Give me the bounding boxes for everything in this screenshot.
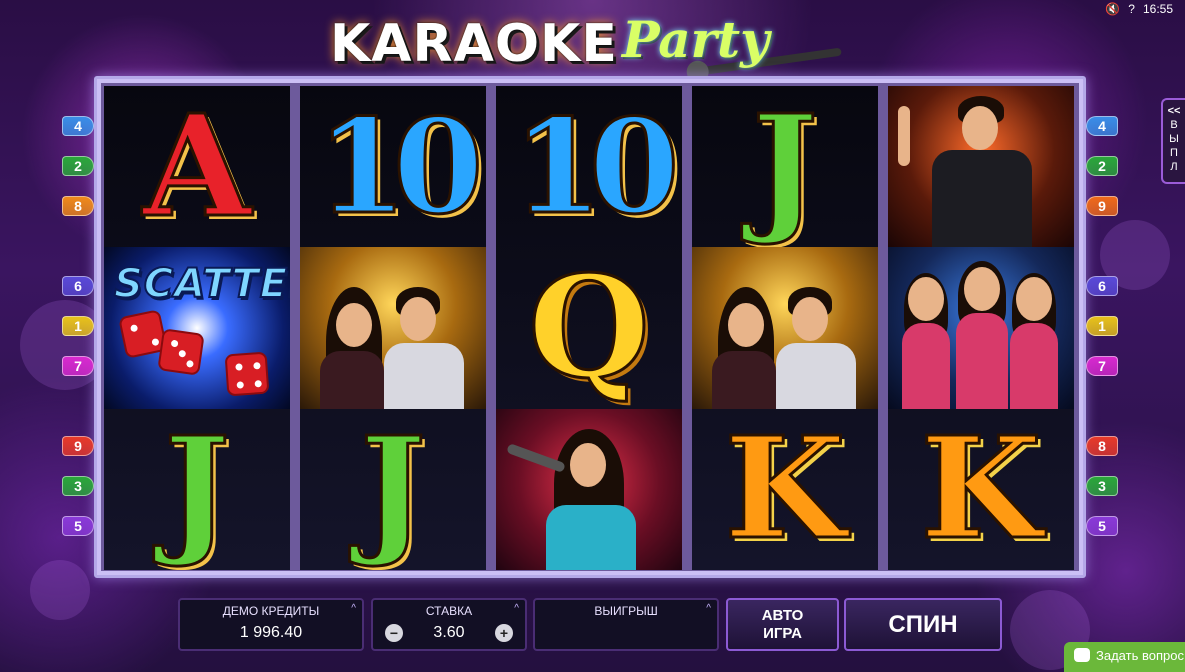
reel-1: A SCATTER J — [104, 86, 290, 570]
reel-cell — [300, 247, 486, 409]
reel-cell: 10 — [496, 86, 682, 247]
payline-marker[interactable]: 8 — [1086, 436, 1118, 456]
symbol-10: 10 — [315, 89, 485, 243]
payline-marker[interactable]: 6 — [62, 276, 94, 296]
payline-marker[interactable]: 8 — [62, 196, 94, 216]
dice-icon — [157, 328, 205, 377]
bokeh-light — [30, 560, 90, 620]
spin-button[interactable]: СПИН — [844, 598, 1002, 651]
symbol-a: A — [141, 86, 253, 248]
reel-4: JK — [692, 86, 878, 570]
credits-value: 1 996.40 — [239, 624, 303, 641]
reel-cell: Q — [496, 247, 682, 408]
chevron-up-icon[interactable]: ^ — [351, 603, 356, 614]
payline-marker[interactable]: 7 — [1086, 356, 1118, 376]
payline-marker[interactable]: 7 — [62, 356, 94, 376]
logo-word-karaoke: KARAOKE — [330, 14, 618, 74]
chevron-up-icon[interactable]: ^ — [706, 603, 711, 614]
ask-question-button[interactable]: Задать вопрос — [1064, 642, 1185, 672]
reel-5: K — [888, 86, 1074, 570]
speaker-mute-icon[interactable]: 🔇 — [1105, 2, 1120, 16]
reel-cell: J — [692, 86, 878, 247]
scatter-text: SCATTER — [113, 260, 290, 308]
payline-marker[interactable]: 5 — [1086, 516, 1118, 536]
symbol-k: K — [723, 408, 848, 570]
payline-marker[interactable]: 5 — [62, 516, 94, 536]
reel-cell — [496, 408, 682, 570]
symbol-q: Q — [527, 247, 652, 409]
ask-question-label: Задать вопрос — [1096, 648, 1184, 663]
payline-marker[interactable]: 2 — [62, 156, 94, 176]
couple-singers-symbol — [300, 247, 486, 409]
girl-singer-symbol — [496, 408, 682, 570]
win-label: ВЫИГРЫШ — [594, 604, 658, 618]
reel-cell: J — [300, 409, 486, 570]
bet-panel: ^ СТАВКА 3.60 − + — [371, 598, 527, 651]
payline-marker[interactable]: 3 — [62, 476, 94, 496]
payline-marker[interactable]: 3 — [1086, 476, 1118, 496]
paytable-side-tab[interactable]: << В Ы П Л — [1161, 98, 1185, 184]
party-girls-symbol — [888, 247, 1074, 409]
symbol-10: 10 — [511, 89, 681, 243]
payline-marker[interactable]: 4 — [62, 116, 94, 136]
autoplay-label-line2: ИГРА — [763, 625, 802, 642]
dice-icon — [224, 351, 270, 397]
symbol-k: K — [919, 408, 1044, 570]
payline-marker[interactable]: 9 — [62, 436, 94, 456]
game-logo: KARAOKE Party — [322, 8, 862, 80]
side-tab-letter: П — [1170, 147, 1178, 159]
payline-marker[interactable]: 4 — [1086, 116, 1118, 136]
bet-decrease-button[interactable]: − — [385, 624, 403, 642]
win-panel: ^ ВЫИГРЫШ — [533, 598, 719, 651]
reel-2: 10 J — [300, 86, 486, 570]
side-tab-letter: В — [1170, 119, 1178, 131]
bet-label: СТАВКА — [425, 604, 473, 618]
reel-cell — [692, 247, 878, 409]
help-icon[interactable]: ? — [1128, 2, 1135, 16]
reel-cell: SCATTER — [104, 247, 290, 409]
clock: 16:55 — [1142, 2, 1173, 16]
collapse-arrow-icon: << — [1167, 105, 1181, 117]
reel-cell — [888, 86, 1074, 248]
chat-icon — [1074, 648, 1090, 662]
reel-cell — [888, 247, 1074, 409]
symbol-j: J — [162, 408, 231, 570]
reel-cell: A — [104, 86, 290, 247]
payline-marker[interactable]: 9 — [1086, 196, 1118, 216]
payline-marker[interactable]: 1 — [1086, 316, 1118, 336]
reel-grid: ASCATTERJ10J10QJKK — [104, 86, 1076, 570]
reel-3: 10 Q — [496, 86, 682, 570]
reel-cell: K — [888, 409, 1074, 570]
male-singer-symbol — [888, 86, 1074, 248]
autoplay-label-line1: АВТО — [761, 607, 804, 624]
payline-marker[interactable]: 6 — [1086, 276, 1118, 296]
reel-cell: 10 — [300, 86, 486, 247]
symbol-j: J — [750, 86, 819, 248]
payline-marker[interactable]: 1 — [62, 316, 94, 336]
chevron-up-icon[interactable]: ^ — [514, 603, 519, 614]
scatter-symbol: SCATTER — [104, 247, 290, 409]
couple-singers-symbol — [692, 247, 878, 409]
autoplay-button[interactable]: АВТО ИГРА — [726, 598, 839, 651]
credits-panel: ^ ДЕМО КРЕДИТЫ 1 996.40 — [178, 598, 364, 651]
credits-label: ДЕМО КРЕДИТЫ — [222, 604, 320, 618]
symbol-j: J — [358, 408, 427, 570]
system-bar: 🔇 ? 16:55 — [1105, 2, 1173, 16]
reel-cell: J — [104, 409, 290, 570]
reel-cell: K — [692, 409, 878, 570]
payline-marker[interactable]: 2 — [1086, 156, 1118, 176]
side-tab-letter: Ы — [1169, 133, 1179, 145]
bet-increase-button[interactable]: + — [495, 624, 513, 642]
logo-word-party: Party — [622, 10, 770, 69]
side-tab-letter: Л — [1170, 161, 1178, 173]
